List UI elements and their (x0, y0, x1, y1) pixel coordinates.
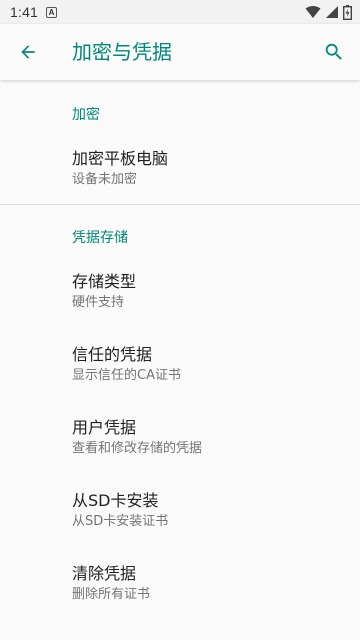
status-time: 1:41 (10, 4, 39, 20)
pref-title: 从SD卡安装 (72, 491, 159, 510)
search-button[interactable] (322, 40, 346, 64)
pref-title: 用户凭据 (72, 418, 137, 437)
section-header-encryption: 加密 (72, 107, 100, 123)
cell-signal-icon (326, 6, 338, 18)
page-title: 加密与凭据 (72, 40, 172, 64)
pref-title: 加密平板电脑 (72, 149, 169, 168)
notification-icon: A (46, 6, 58, 18)
pref-summary: 删除所有证书 (72, 587, 151, 602)
status-bar: 1:41 A (0, 0, 360, 24)
wifi-icon (305, 6, 321, 18)
pref-summary: 显示信任的CA证书 (72, 368, 181, 383)
back-button[interactable] (16, 40, 40, 64)
pref-summary: 设备未加密 (72, 172, 138, 187)
status-icons (305, 4, 352, 20)
pref-install-from-sd[interactable]: 从SD卡安装 从SD卡安装证书 (0, 490, 360, 531)
pref-storage-type[interactable]: 存储类型 硬件支持 (0, 271, 360, 312)
pref-encrypt-tablet[interactable]: 加密平板电脑 设备未加密 (0, 148, 360, 189)
battery-icon (343, 4, 352, 20)
pref-title: 信任的凭据 (72, 345, 153, 364)
pref-trusted-credentials[interactable]: 信任的凭据 显示信任的CA证书 (0, 344, 360, 385)
pref-summary: 查看和修改存储的凭据 (72, 441, 203, 456)
pref-summary: 硬件支持 (72, 295, 125, 310)
arrow-back-icon (21, 45, 35, 59)
pref-user-credentials[interactable]: 用户凭据 查看和修改存储的凭据 (0, 417, 360, 458)
pref-clear-credentials[interactable]: 清除凭据 删除所有证书 (0, 563, 360, 604)
section-header-credential-storage: 凭据存储 (72, 230, 128, 246)
search-icon (325, 43, 342, 60)
app-bar: 加密与凭据 (0, 24, 360, 80)
pref-summary: 从SD卡安装证书 (72, 514, 169, 529)
pref-title: 存储类型 (72, 272, 137, 291)
pref-title: 清除凭据 (72, 564, 137, 583)
settings-list: 加密 加密平板电脑 设备未加密 凭据存储 存储类型 硬件支持 信任的凭据 显示信… (0, 80, 360, 604)
